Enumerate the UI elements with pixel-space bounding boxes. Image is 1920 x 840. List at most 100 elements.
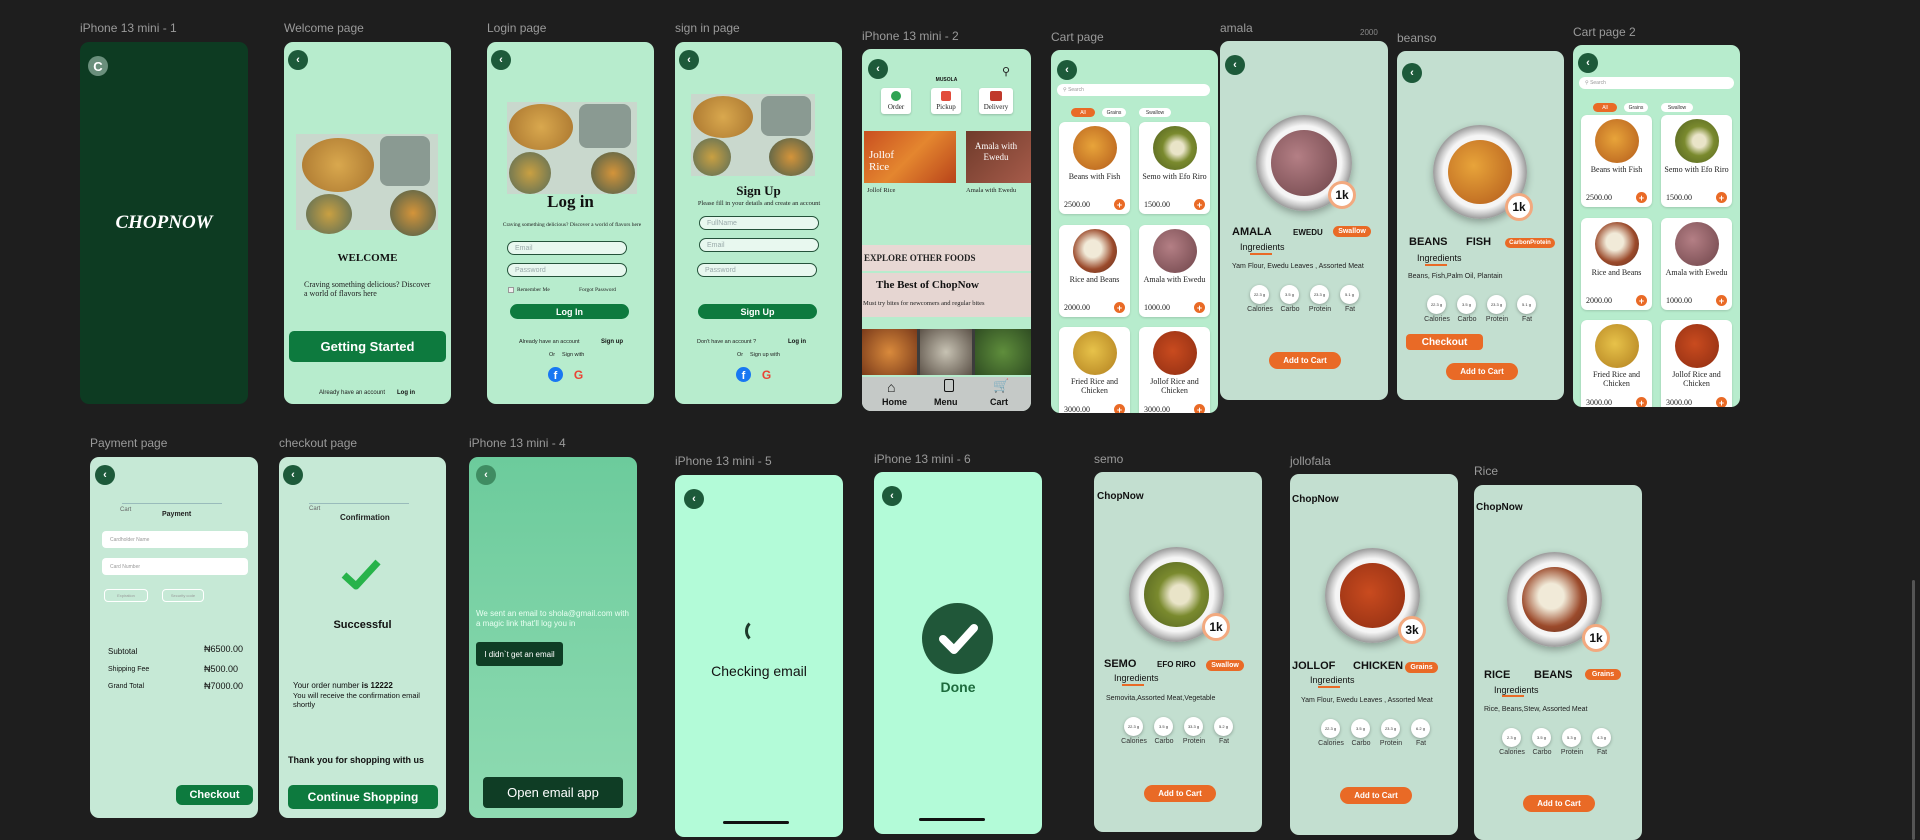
- password-input[interactable]: Password: [697, 263, 817, 277]
- plus-icon[interactable]: +: [1636, 295, 1647, 306]
- getting-started-button[interactable]: Getting Started: [289, 331, 446, 362]
- back-arrow-icon[interactable]: ‹: [868, 59, 888, 79]
- chip-all[interactable]: All: [1071, 108, 1095, 117]
- cardholder-input[interactable]: Cardholder Name: [102, 531, 248, 548]
- card-number-input[interactable]: Card Number: [102, 558, 248, 575]
- expiry-input[interactable]: Expiration: [104, 589, 148, 602]
- rice-frame[interactable]: ChopNow 1k RICE BEANS Grains Ingredients…: [1474, 485, 1642, 840]
- fullname-input[interactable]: FullName: [699, 216, 819, 230]
- chip-grains[interactable]: Grains: [1102, 108, 1126, 117]
- facebook-icon[interactable]: f: [736, 367, 751, 382]
- back-arrow-icon[interactable]: ‹: [1057, 60, 1077, 80]
- chip-grains[interactable]: Grains: [1624, 103, 1648, 112]
- order-option[interactable]: Order: [881, 88, 911, 114]
- plus-icon[interactable]: +: [1716, 397, 1727, 407]
- forgot-password-link[interactable]: Forgot Password: [579, 287, 616, 293]
- payment-frame[interactable]: ‹ Cart Payment Cardholder Name Card Numb…: [90, 457, 258, 818]
- login-button[interactable]: Log In: [510, 304, 629, 319]
- back-arrow-icon[interactable]: ‹: [95, 465, 115, 485]
- product-card[interactable]: Semo with Efo Riro 1500.00 +: [1139, 122, 1210, 214]
- plus-icon[interactable]: +: [1114, 199, 1125, 210]
- email-input[interactable]: Email: [699, 238, 819, 252]
- plus-icon[interactable]: +: [1114, 404, 1125, 413]
- back-arrow-icon[interactable]: ‹: [288, 50, 308, 70]
- amala-frame[interactable]: ‹ 1k AMALA EWEDU Swallow Ingredients Yam…: [1220, 41, 1388, 400]
- add-to-cart-button[interactable]: Add to Cart: [1269, 352, 1341, 369]
- home-frame[interactable]: ‹ ⚲ MUSOLA Order Pickup Delivery Jollof …: [862, 49, 1031, 411]
- back-arrow-icon[interactable]: ‹: [283, 465, 303, 485]
- signup-link[interactable]: Sign up: [601, 339, 623, 345]
- jollofala-frame[interactable]: ChopNow 3k JOLLOF CHICKEN Grains Ingredi…: [1290, 474, 1458, 835]
- google-icon[interactable]: G: [759, 367, 774, 382]
- open-email-app-button[interactable]: Open email app: [483, 777, 623, 808]
- product-card[interactable]: Rice and Beans 2000.00 +: [1059, 225, 1130, 317]
- done-frame[interactable]: ‹ Done: [874, 472, 1042, 834]
- back-arrow-icon[interactable]: ‹: [1402, 63, 1422, 83]
- cvv-input[interactable]: Security code: [162, 589, 204, 602]
- login-frame[interactable]: ‹ Log in Craving something delicious? Di…: [487, 42, 654, 404]
- plus-icon[interactable]: +: [1716, 295, 1727, 306]
- add-to-cart-button[interactable]: Add to Cart: [1446, 363, 1518, 380]
- back-arrow-icon[interactable]: ‹: [882, 486, 902, 506]
- chip-swallow[interactable]: Swallow: [1139, 108, 1171, 117]
- back-arrow-icon[interactable]: ‹: [1578, 53, 1598, 73]
- product-card[interactable]: Beans with Fish 2500.00 +: [1581, 115, 1652, 207]
- signup-frame[interactable]: ‹ Sign Up Please fill in your details an…: [675, 42, 842, 404]
- cart-frame[interactable]: ‹ ⚲ Search All Grains Swallow Beans with…: [1051, 50, 1218, 413]
- signup-button[interactable]: Sign Up: [698, 304, 817, 319]
- plus-icon[interactable]: +: [1114, 302, 1125, 313]
- semo-frame[interactable]: ChopNow 1k SEMO EFO RIRO Swallow Ingredi…: [1094, 472, 1262, 832]
- remember-checkbox[interactable]: [508, 287, 514, 293]
- product-card[interactable]: Jollof Rice and Chicken 3000.00 +: [1661, 320, 1732, 407]
- email-sent-frame[interactable]: ‹ We sent an email to shola@gmail.com wi…: [469, 457, 637, 818]
- featured-amala-image[interactable]: Amala with Ewedu: [966, 131, 1031, 183]
- chip-all[interactable]: All: [1593, 103, 1617, 112]
- continue-shopping-button[interactable]: Continue Shopping: [288, 785, 438, 809]
- product-card[interactable]: Fried Rice and Chicken 3000.00 +: [1059, 327, 1130, 413]
- email-input[interactable]: Email: [507, 241, 627, 255]
- cart-icon[interactable]: 🛒: [993, 378, 1009, 394]
- product-card[interactable]: Semo with Efo Riro 1500.00 +: [1661, 115, 1732, 207]
- checkout-button[interactable]: Checkout: [1406, 334, 1483, 350]
- cart2-frame[interactable]: ‹ ⚲ Search All Grains Swallow Beans with…: [1573, 45, 1740, 407]
- beanso-frame[interactable]: ‹ 1k BEANS FISH CarbonProtein Ingredient…: [1397, 51, 1564, 400]
- password-input[interactable]: Password: [507, 263, 627, 277]
- home-icon[interactable]: ⌂: [887, 379, 895, 395]
- google-icon[interactable]: G: [571, 367, 586, 382]
- add-to-cart-button[interactable]: Add to Cart: [1523, 795, 1595, 812]
- plus-icon[interactable]: +: [1636, 192, 1647, 203]
- tab-home[interactable]: Home: [882, 397, 907, 407]
- product-card[interactable]: Jollof Rice and Chicken 3000.00 +: [1139, 327, 1210, 413]
- delivery-option[interactable]: Delivery: [979, 88, 1013, 114]
- facebook-icon[interactable]: f: [548, 367, 563, 382]
- add-to-cart-button[interactable]: Add to Cart: [1340, 787, 1412, 804]
- plus-icon[interactable]: +: [1194, 302, 1205, 313]
- back-arrow-icon[interactable]: ‹: [684, 489, 704, 509]
- login-link[interactable]: Log in: [788, 339, 806, 345]
- resend-email-button[interactable]: I didn`t get an email: [476, 642, 563, 666]
- checking-email-frame[interactable]: ‹ Checking email: [675, 475, 843, 837]
- checkout-button[interactable]: Checkout: [176, 785, 253, 805]
- menu-icon[interactable]: [944, 379, 954, 392]
- product-card[interactable]: Fried Rice and Chicken 3000.00 +: [1581, 320, 1652, 407]
- search-input[interactable]: ⚲ Search: [1057, 84, 1210, 96]
- product-card[interactable]: Rice and Beans 2000.00 +: [1581, 218, 1652, 310]
- plus-icon[interactable]: +: [1194, 404, 1205, 413]
- plus-icon[interactable]: +: [1636, 397, 1647, 407]
- featured-jollof-image[interactable]: Jollof Rice: [864, 131, 956, 183]
- splash-frame[interactable]: C CHOPNOW: [80, 42, 248, 404]
- product-card[interactable]: Amala with Ewedu 1000.00 +: [1139, 225, 1210, 317]
- back-arrow-icon[interactable]: ‹: [476, 465, 496, 485]
- product-card[interactable]: Beans with Fish 2500.00 +: [1059, 122, 1130, 214]
- welcome-frame[interactable]: ‹ WELCOME Craving something delicious? D…: [284, 42, 451, 404]
- canvas-scrollbar[interactable]: [1912, 580, 1915, 840]
- search-input[interactable]: ⚲ Search: [1579, 77, 1734, 89]
- back-arrow-icon[interactable]: ‹: [491, 50, 511, 70]
- product-card[interactable]: Amala with Ewedu 1000.00 +: [1661, 218, 1732, 310]
- chip-swallow[interactable]: Swallow: [1661, 103, 1693, 112]
- add-to-cart-button[interactable]: Add to Cart: [1144, 785, 1216, 802]
- plus-icon[interactable]: +: [1716, 192, 1727, 203]
- checkout-frame[interactable]: ‹ Cart Confirmation Successful Your orde…: [279, 457, 446, 818]
- pickup-option[interactable]: Pickup: [931, 88, 961, 114]
- tab-cart[interactable]: Cart: [990, 397, 1008, 407]
